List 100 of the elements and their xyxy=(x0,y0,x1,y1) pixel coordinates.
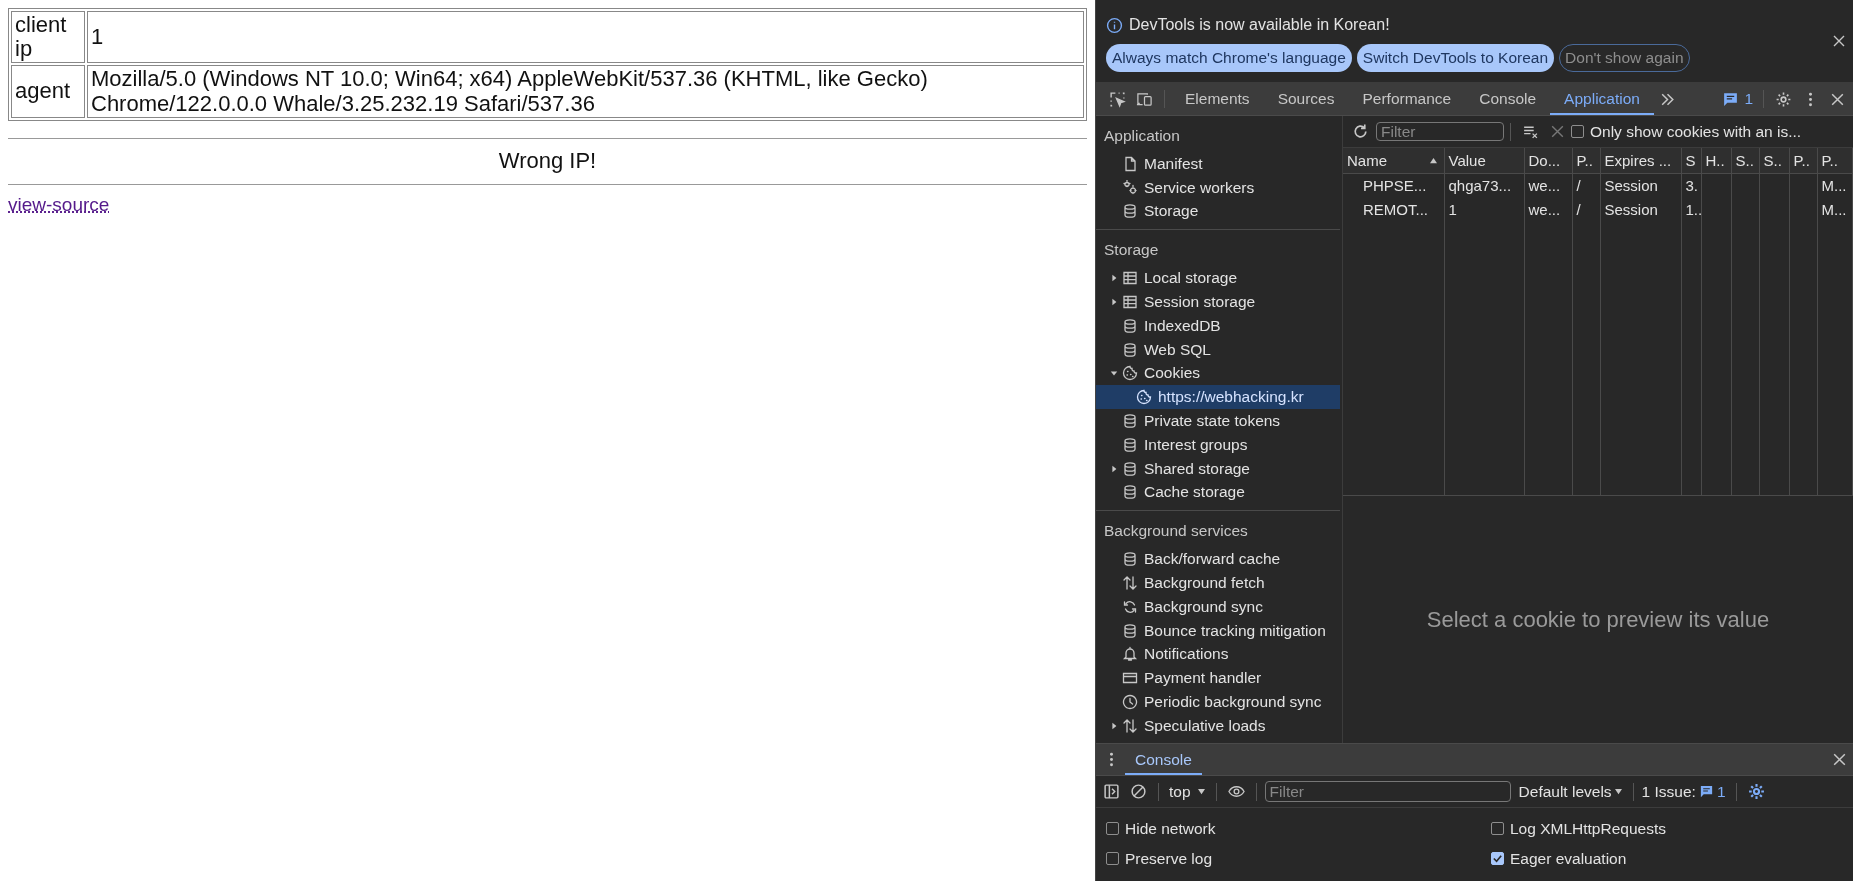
table-cell: REMOT... xyxy=(1363,200,1428,218)
sidebar-item[interactable]: Manifest xyxy=(1096,152,1340,176)
column-header[interactable]: Name xyxy=(1343,148,1444,173)
sidebar-item[interactable]: Periodic background sync xyxy=(1096,690,1340,714)
column-header[interactable]: P.. xyxy=(1817,148,1853,173)
filter-field[interactable]: Filter xyxy=(1264,781,1511,802)
sidebar-item[interactable]: Local storage xyxy=(1096,266,1340,291)
database-icon xyxy=(1122,341,1138,358)
checkbox[interactable] xyxy=(1491,852,1504,865)
cookie-icon xyxy=(1122,365,1138,382)
caret-icon xyxy=(1613,788,1623,795)
checkbox[interactable] xyxy=(1106,852,1119,865)
sidebar-item[interactable]: Notifications xyxy=(1096,642,1340,667)
panel-tab[interactable]: Elements xyxy=(1171,83,1264,115)
sidebar-item[interactable]: Background fetch xyxy=(1096,571,1340,595)
column-header[interactable]: Do... xyxy=(1524,148,1572,173)
table-cell: client ip xyxy=(11,11,85,64)
view-source-link[interactable]: view-source xyxy=(8,193,110,216)
log-levels-dropdown[interactable]: Default levels xyxy=(1514,782,1627,801)
table-icon xyxy=(1122,270,1138,287)
column-header[interactable]: S.. xyxy=(1759,148,1789,173)
column-header[interactable]: Expires ... xyxy=(1600,148,1681,173)
sidebar-item[interactable]: Shared storage xyxy=(1096,456,1340,481)
expand-arrow-icon[interactable] xyxy=(1110,274,1118,283)
gears-icon xyxy=(1122,179,1138,196)
expand-arrow-icon[interactable] xyxy=(1110,721,1118,730)
clock-icon xyxy=(1122,694,1138,711)
table-cell: Session xyxy=(1604,176,1658,194)
info-icon xyxy=(1106,16,1123,34)
message-icon xyxy=(1698,784,1714,799)
refresh-icon[interactable] xyxy=(1352,123,1369,140)
sidebar-item[interactable]: IndexedDB xyxy=(1096,314,1340,338)
expand-arrow-icon[interactable] xyxy=(1110,464,1118,473)
device-toolbar-icon[interactable] xyxy=(1136,90,1153,108)
banner-button[interactable]: Always match Chrome's language xyxy=(1106,44,1352,72)
empty-preview-message: Select a cookie to preview its value xyxy=(1426,606,1770,633)
checkbox[interactable] xyxy=(1491,822,1504,835)
column-header[interactable]: P.. xyxy=(1789,148,1817,173)
panel-tab[interactable]: Application xyxy=(1550,83,1654,115)
sidebar-item[interactable]: Bounce tracking mitigation xyxy=(1096,618,1340,643)
issues-count[interactable]: 1 xyxy=(1744,90,1753,108)
section-heading: Storage xyxy=(1104,241,1159,259)
column-header[interactable]: P.. xyxy=(1572,148,1600,173)
sidebar-item[interactable]: Session storage xyxy=(1096,290,1340,314)
sidebar-item[interactable]: Payment handler xyxy=(1096,666,1340,691)
sidebar-item[interactable]: Private state tokens xyxy=(1096,409,1340,433)
sidebar-item[interactable]: Cookies xyxy=(1096,361,1340,386)
banner-button[interactable]: Switch DevTools to Korean xyxy=(1356,44,1555,72)
sidebar-item[interactable]: Storage xyxy=(1096,199,1340,224)
message-text: Wrong IP! xyxy=(498,147,597,173)
sidebar-item[interactable]: Web SQL xyxy=(1096,337,1340,362)
panel-tab[interactable]: Console xyxy=(1465,83,1551,115)
table-cell: 1 xyxy=(1448,200,1457,218)
checkbox[interactable] xyxy=(1571,125,1584,138)
sidebar-item[interactable]: Service workers xyxy=(1096,175,1340,200)
column-header[interactable]: H.. xyxy=(1701,148,1731,173)
eye-icon[interactable] xyxy=(1227,783,1245,800)
inspect-icon[interactable] xyxy=(1109,90,1126,108)
database-icon xyxy=(1122,203,1138,220)
sidebar-item[interactable]: Speculative loads xyxy=(1096,713,1340,738)
table-cell: qhga73... xyxy=(1448,176,1512,194)
table-cell: 1 xyxy=(87,11,1084,64)
filter-field[interactable]: Filter xyxy=(1376,122,1504,141)
panel-tab[interactable]: Sources xyxy=(1263,83,1349,115)
table-cell: agent xyxy=(11,65,85,118)
table-cell: Mozilla/5.0 (Windows NT 10.0; Win64; x64) AppleWebKit/537.36 (KHTML, like Gecko) Chrome/122.0.0.0 Whale/3.25.232.19 Safari/537.36 xyxy=(87,65,1084,118)
column-header[interactable]: S.. xyxy=(1731,148,1759,173)
cookie-icon xyxy=(1136,389,1152,406)
table-cell: we... xyxy=(1528,200,1561,218)
sidebar-item[interactable]: Back/forward cache xyxy=(1096,547,1340,572)
checkbox-label: Hide network xyxy=(1125,819,1216,838)
clear-console-icon[interactable] xyxy=(1130,783,1147,800)
database-icon xyxy=(1122,551,1138,568)
expand-arrow-icon[interactable] xyxy=(1110,298,1118,307)
sidebar-item[interactable]: Interest groups xyxy=(1096,432,1340,457)
message-icon xyxy=(1722,90,1740,108)
expand-arrow-icon[interactable] xyxy=(1110,369,1118,378)
column-header[interactable]: S xyxy=(1681,148,1701,173)
settings-icon[interactable] xyxy=(1775,90,1792,108)
file-icon xyxy=(1122,155,1138,172)
issues-count[interactable]: 1 xyxy=(1716,782,1726,801)
close-icon[interactable] xyxy=(1831,751,1848,768)
close-icon[interactable] xyxy=(1833,35,1845,47)
context-dropdown[interactable]: top xyxy=(1165,782,1210,801)
settings-icon[interactable] xyxy=(1747,783,1765,800)
sidebar-item[interactable]: Cache storage xyxy=(1096,480,1340,505)
delete-icon[interactable] xyxy=(1549,123,1566,140)
issues-label[interactable]: 1 Issue: xyxy=(1641,782,1696,801)
sort-ascending-icon xyxy=(1428,156,1438,164)
sidebar-item[interactable]: Background sync xyxy=(1096,594,1340,619)
sidebar-item[interactable]: https://webhacking.kr xyxy=(1096,385,1340,410)
panel-tab[interactable]: Performance xyxy=(1348,83,1466,115)
sidebar-toggle-icon[interactable] xyxy=(1103,783,1120,800)
sync-icon xyxy=(1122,598,1138,615)
checkbox[interactable] xyxy=(1106,822,1119,835)
drawer-tab[interactable]: Console xyxy=(1125,744,1202,775)
table-icon xyxy=(1122,294,1138,311)
banner-message: DevTools is now available in Korean! xyxy=(1129,16,1390,34)
table-cell: PHPSE... xyxy=(1363,176,1427,194)
column-header[interactable]: Value xyxy=(1444,148,1524,173)
